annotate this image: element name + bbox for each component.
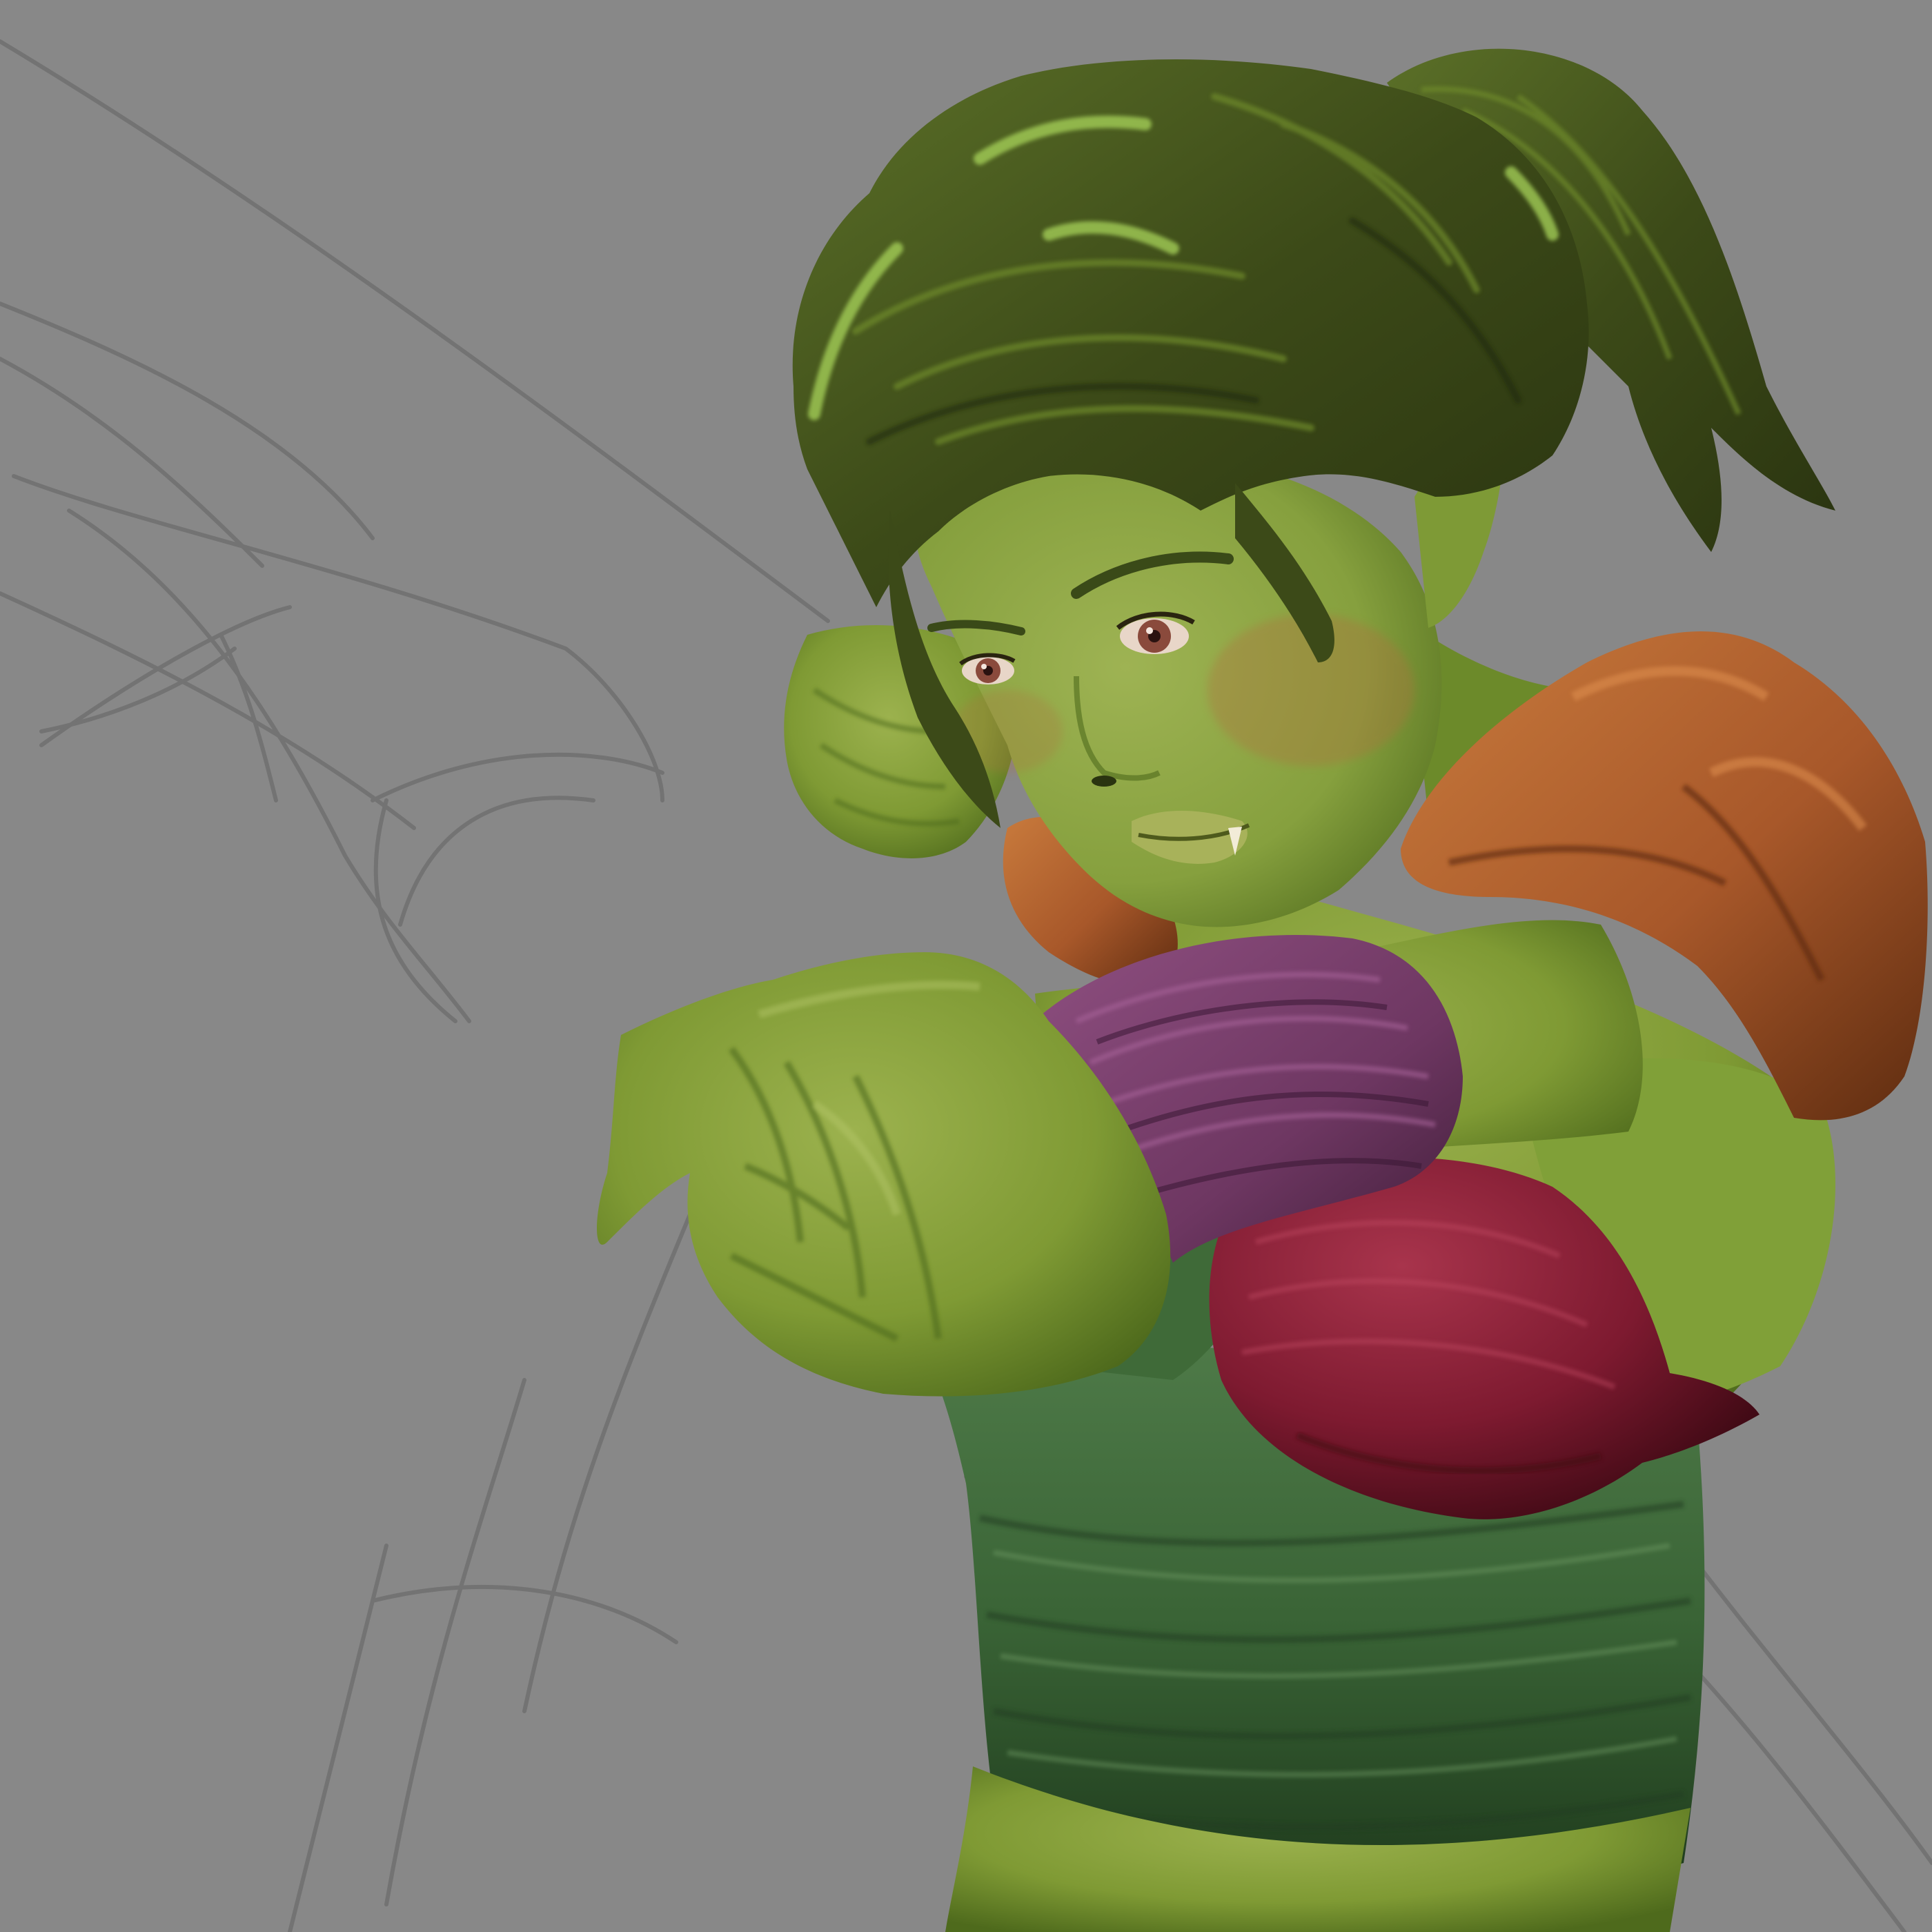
artwork-canvas (0, 0, 1932, 1932)
goblin-illustration (0, 0, 1932, 1932)
